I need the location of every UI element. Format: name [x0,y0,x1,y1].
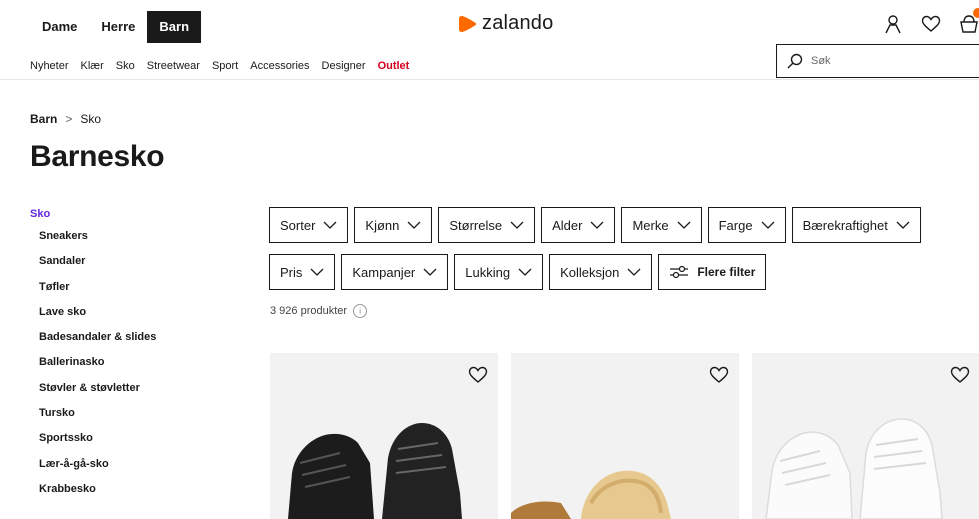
chevron-down-icon [677,221,691,229]
filter-baerekraftighet[interactable]: Bærekraftighet [791,207,921,243]
gender-tabs: Dame Herre Barn [30,11,202,43]
zalando-logo[interactable]: zalando [458,12,553,35]
filter-kjonn[interactable]: Kjønn [354,207,433,243]
sidebar-item-badesandaler[interactable]: Badesandaler & slides [30,325,230,350]
logo-text: zalando [482,12,554,34]
sidebar-item-lave-sko[interactable]: Lave sko [30,300,230,325]
nav-item-sko[interactable]: Sko [116,60,135,72]
tab-dame[interactable]: Dame [30,11,89,43]
chevron-down-icon [310,268,324,276]
heart-icon[interactable] [921,14,941,34]
product-card-3[interactable] [752,353,979,519]
filter-kolleksjon[interactable]: Kolleksjon [549,254,653,290]
bag-badge [973,8,979,18]
sidebar-item-ballerinasko[interactable]: Ballerinasko [30,350,230,375]
chevron-down-icon [896,221,910,229]
breadcrumb: Barn > Sko [30,112,101,126]
nav-item-outlet[interactable]: Outlet [378,60,410,72]
nav-item-klaer[interactable]: Klær [81,60,104,72]
chevron-down-icon [761,221,775,229]
nav-item-streetwear[interactable]: Streetwear [147,60,200,72]
filter-merke[interactable]: Merke [621,207,702,243]
breadcrumb-sko: Sko [80,112,102,126]
sidebar-item-tofler[interactable]: Tøfler [30,275,230,300]
product-count-text: 3 926 produkter [270,305,348,317]
more-filters-button[interactable]: Flere filter [658,254,767,290]
filter-row-1: Sorter Kjønn Størrelse Alder Merke Farge… [269,207,979,243]
white-sneakers-image [752,353,979,519]
chevron-down-icon [510,221,524,229]
sidebar-item-stovler[interactable]: Støvler & støvletter [30,376,230,401]
sidebar-item-krabbesko[interactable]: Krabbesko [30,477,230,502]
chevron-down-icon [423,268,437,276]
filter-label: Lukking [465,264,511,280]
search-icon [787,53,803,69]
filter-sorter[interactable]: Sorter [269,207,349,243]
header-icons [883,8,979,34]
heart-icon[interactable] [950,365,970,385]
search-input[interactable] [811,55,961,67]
zalando-logo-icon [459,15,477,32]
filter-label: Kolleksjon [560,264,620,280]
nav-item-accessories[interactable]: Accessories [250,60,309,72]
filter-label: Bærekraftighet [802,217,888,233]
sidebar-heading-sko[interactable]: Sko [30,208,230,224]
tan-slippers-image [511,353,739,519]
info-icon[interactable]: i [353,304,368,318]
nav-item-nyheter[interactable]: Nyheter [30,60,69,72]
search-box[interactable] [776,44,979,78]
tab-barn[interactable]: Barn [147,11,202,43]
filter-label: Pris [280,264,303,280]
bag-button[interactable] [959,8,979,34]
nav-item-sport[interactable]: Sport [212,60,238,72]
chevron-down-icon [407,221,421,229]
heart-icon[interactable] [709,365,729,385]
product-card-2[interactable] [511,353,739,519]
sidebar-item-sneakers[interactable]: Sneakers [30,224,230,249]
chevron-down-icon [627,268,641,276]
sidebar-item-sandaler[interactable]: Sandaler [30,249,230,274]
top-bar: Dame Herre Barn zalando [0,0,979,46]
breadcrumb-barn[interactable]: Barn [30,112,57,126]
product-count: 3 926 produkter i [270,304,368,318]
filter-label: Kampanjer [352,264,416,280]
filter-label: Kjønn [365,217,400,233]
filter-label: Farge [718,217,753,233]
chevron-down-icon [323,221,337,229]
filter-label: Størrelse [449,217,503,233]
filter-alder[interactable]: Alder [541,207,616,243]
heart-icon[interactable] [468,365,488,385]
filter-label: Sorter [280,217,316,233]
filter-label: Merke [632,217,669,233]
breadcrumb-separator: > [65,112,73,126]
filter-label: Alder [552,217,583,233]
filter-bar: Sorter Kjønn Størrelse Alder Merke Farge… [269,207,979,301]
page-title: Barnesko [30,140,165,173]
sidebar-item-tursko[interactable]: Tursko [30,401,230,426]
filter-row-2: Pris Kampanjer Lukking Kolleksjon Flere … [269,254,979,290]
category-sidebar: Sko Sneakers Sandaler Tøfler Lave sko Ba… [30,208,230,502]
black-sneakers-image [270,353,498,519]
user-icon[interactable] [883,14,903,34]
more-filters-label: Flere filter [697,265,756,279]
sidebar-item-laer-a-ga-sko[interactable]: Lær-å-gå-sko [30,452,230,477]
nav-item-designer[interactable]: Designer [322,60,366,72]
chevron-down-icon [518,268,532,276]
filter-storrelse[interactable]: Størrelse [438,207,536,243]
filter-lukking[interactable]: Lukking [454,254,544,290]
product-card-1[interactable] [270,353,498,519]
filter-farge[interactable]: Farge [707,207,786,243]
chevron-down-icon [591,221,604,229]
category-nav: Nyheter Klær Sko Streetwear Sport Access… [30,60,409,72]
sidebar-item-sportssko[interactable]: Sportssko [30,426,230,451]
sliders-icon [670,265,689,279]
tab-herre[interactable]: Herre [89,11,147,43]
filter-pris[interactable]: Pris [269,254,336,290]
filter-kampanjer[interactable]: Kampanjer [341,254,449,290]
